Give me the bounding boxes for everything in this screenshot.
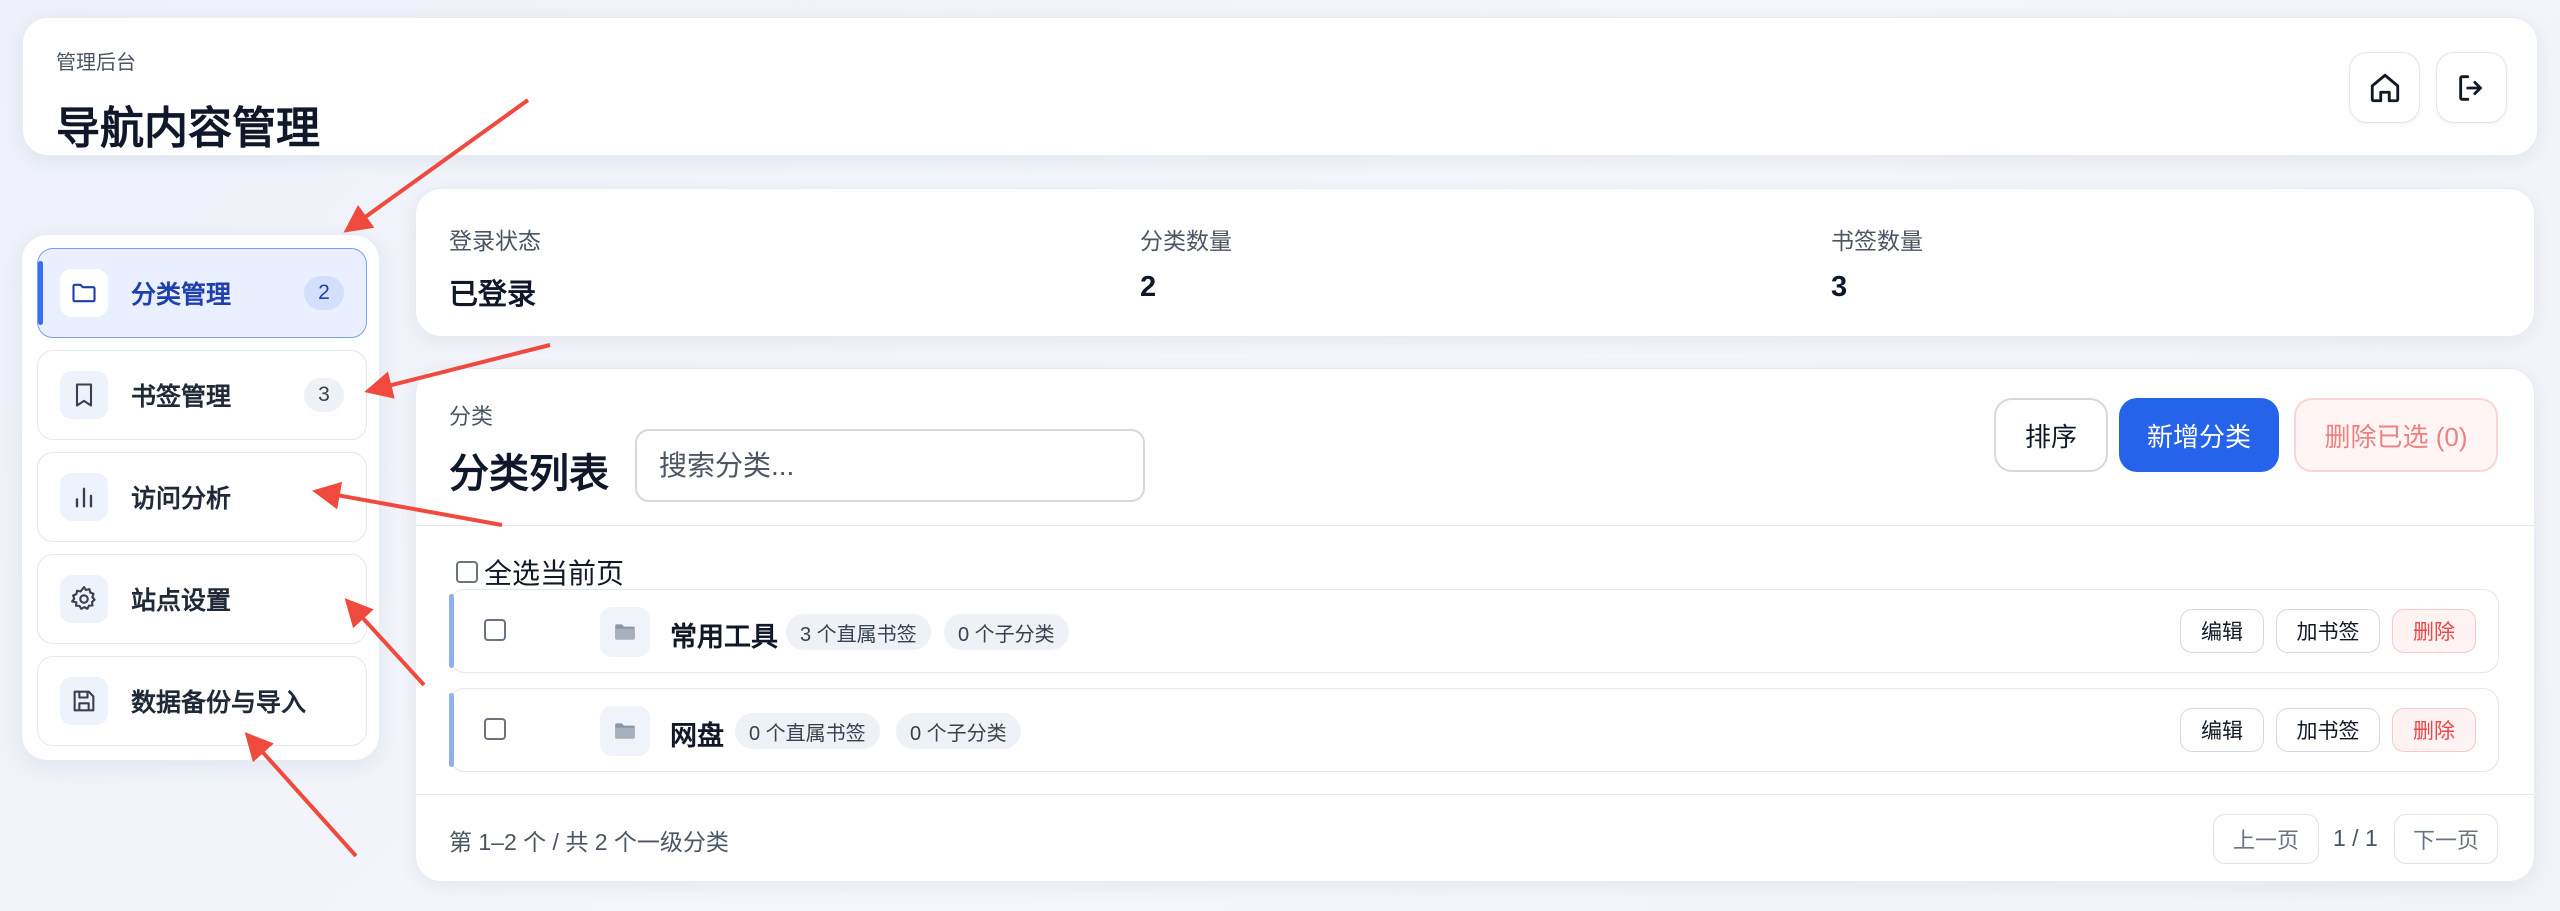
page-indicator: 1 / 1	[2333, 825, 2378, 851]
folder-icon	[600, 607, 650, 657]
table-row: 常用工具 3 个直属书签 0 个子分类 编辑 加书签 删除	[449, 589, 2499, 673]
stat-value: 2	[1140, 271, 1157, 303]
row-name: 常用工具	[670, 622, 778, 652]
stat-label: 书签数量	[1831, 228, 1923, 254]
select-all[interactable]: 全选当前页	[456, 552, 624, 592]
count-badge: 2	[304, 276, 344, 310]
count-badge: 3	[304, 378, 344, 412]
sort-button[interactable]: 排序	[1994, 398, 2108, 472]
save-icon	[60, 677, 108, 725]
bookmark-count-chip: 0 个直属书签	[735, 713, 880, 749]
sidebar-item-backup[interactable]: 数据备份与导入	[37, 656, 367, 746]
table-row: 网盘 0 个直属书签 0 个子分类 编辑 加书签 删除	[449, 688, 2499, 772]
home-button[interactable]	[2349, 52, 2420, 123]
logout-button[interactable]	[2436, 52, 2507, 123]
row-checkbox[interactable]	[484, 718, 506, 740]
delete-selected-button[interactable]: 删除已选 (0)	[2294, 398, 2498, 472]
select-all-label: 全选当前页	[484, 558, 625, 589]
select-all-checkbox[interactable]	[456, 561, 478, 583]
bookmark-count-chip: 3 个直属书签	[786, 614, 931, 650]
sidebar-item-label: 访问分析	[131, 485, 232, 513]
sidebar-item-bookmarks[interactable]: 书签管理 3	[37, 350, 367, 440]
page-title: 导航内容管理	[56, 104, 320, 153]
delete-button[interactable]: 删除	[2392, 609, 2476, 653]
sidebar: 分类管理 2 书签管理 3 访问分析 站点设置 数据备份与导入	[21, 234, 380, 761]
header-subtitle: 管理后台	[56, 52, 136, 74]
row-name: 网盘	[670, 721, 724, 751]
stat-value: 3	[1831, 271, 1848, 303]
row-checkbox[interactable]	[484, 619, 506, 641]
add-category-button[interactable]: 新增分类	[2119, 398, 2279, 472]
divider	[416, 525, 2534, 526]
bookmark-icon	[60, 371, 108, 419]
subcategory-count-chip: 0 个子分类	[896, 713, 1021, 749]
sidebar-item-label: 数据备份与导入	[131, 689, 307, 717]
stat-label: 登录状态	[449, 228, 541, 254]
page-header: 管理后台 导航内容管理	[22, 17, 2538, 156]
pagination-summary: 第 1–2 个 / 共 2 个一级分类	[449, 829, 729, 855]
prev-page-button[interactable]: 上一页	[2213, 814, 2319, 864]
stat-label: 分类数量	[1140, 228, 1232, 254]
folder-icon	[60, 269, 108, 317]
divider	[416, 794, 2534, 795]
sidebar-item-label: 分类管理	[131, 281, 232, 309]
folder-icon	[600, 706, 650, 756]
sidebar-item-settings[interactable]: 站点设置	[37, 554, 367, 644]
add-bookmark-button[interactable]: 加书签	[2276, 609, 2380, 653]
next-page-button[interactable]: 下一页	[2394, 814, 2498, 864]
stats-card: 登录状态 已登录 分类数量 2 书签数量 3	[415, 188, 2535, 337]
home-icon	[2370, 73, 2399, 102]
category-list-card: 分类 分类列表 排序 新增分类 删除已选 (0) 全选当前页 常用工具 3 个直…	[415, 368, 2535, 882]
edit-button[interactable]: 编辑	[2180, 609, 2264, 653]
bar-chart-icon	[60, 473, 108, 521]
subcategory-count-chip: 0 个子分类	[944, 614, 1069, 650]
app-root: 管理后台 导航内容管理 分类管理 2 书签管理 3 访问分析 站点设置 数据备份…	[0, 0, 2560, 911]
edit-button[interactable]: 编辑	[2180, 708, 2264, 752]
search-input[interactable]	[635, 429, 1145, 502]
sidebar-item-categories[interactable]: 分类管理 2	[37, 248, 367, 338]
stat-value: 已登录	[449, 279, 537, 311]
add-bookmark-button[interactable]: 加书签	[2276, 708, 2380, 752]
sidebar-item-label: 站点设置	[131, 587, 232, 615]
gear-icon	[60, 575, 108, 623]
delete-button[interactable]: 删除	[2392, 708, 2476, 752]
section-eyebrow: 分类	[449, 404, 494, 429]
logout-icon	[2458, 74, 2482, 101]
sidebar-item-label: 书签管理	[131, 383, 232, 411]
list-title: 分类列表	[449, 452, 609, 496]
sidebar-item-analytics[interactable]: 访问分析	[37, 452, 367, 542]
